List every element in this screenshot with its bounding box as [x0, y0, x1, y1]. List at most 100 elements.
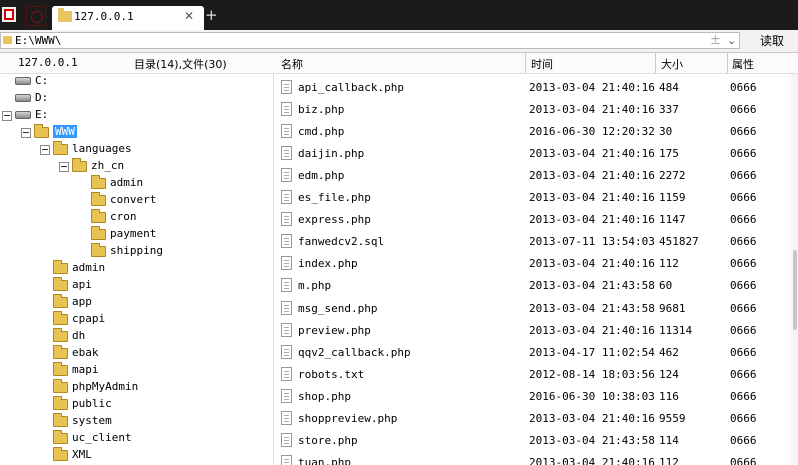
- file-attr: 0666: [730, 81, 757, 94]
- file-row[interactable]: es_file.php 2013-03-04 21:40:16 1159 0666: [274, 187, 798, 209]
- plus-minus-icon[interactable]: ±: [710, 33, 721, 48]
- file-row[interactable]: daijin.php 2013-03-04 21:40:16 175 0666: [274, 143, 798, 165]
- file-size: 30: [659, 125, 673, 139]
- file-row[interactable]: tuan.php 2013-03-04 21:40:16 112 0666: [274, 452, 798, 465]
- tree-item-label: api: [72, 278, 92, 291]
- app-icon[interactable]: [2, 7, 16, 22]
- tree-item-label: cpapi: [72, 312, 106, 325]
- folder-icon: [53, 277, 68, 291]
- file-attr: 0666: [730, 345, 757, 359]
- file-name: shoppreview.php: [298, 411, 398, 425]
- folder-icon: [53, 362, 68, 376]
- tab-127-0-0-1[interactable]: 127.0.0.1 ✕: [52, 6, 204, 30]
- file-name: store.php: [298, 433, 358, 447]
- file-icon: [281, 322, 292, 337]
- file-attr: 0666: [730, 235, 757, 249]
- file-name: qqv2_callback.php: [298, 345, 411, 359]
- folder-icon: [58, 8, 72, 22]
- column-divider[interactable]: [727, 53, 728, 73]
- file-icon: [281, 388, 292, 403]
- file-time: 2016-06-30 12:20:32: [529, 125, 655, 139]
- column-divider[interactable]: [525, 53, 526, 73]
- chevron-down-icon[interactable]: ⌄: [727, 34, 736, 47]
- file-size: 112: [659, 257, 679, 271]
- summary-label: 目录(14),文件(30): [134, 58, 227, 71]
- file-size: 2272: [659, 169, 686, 183]
- path-input[interactable]: E:\WWW\ ± ⌄: [0, 32, 740, 49]
- file-icon: [281, 102, 292, 117]
- file-attr: 0666: [730, 213, 757, 227]
- folder-icon: [91, 226, 106, 240]
- drive-icon: [15, 94, 31, 102]
- tree-item-label: system: [72, 414, 112, 427]
- file-attr: 0666: [730, 301, 757, 315]
- file-row[interactable]: api_callback.php 2013-03-04 21:40:16 484 06…: [274, 77, 798, 99]
- file-time: 2013-03-04 21:43:58: [529, 279, 655, 293]
- drive-icon: [15, 111, 31, 119]
- file-attr: 0666: [730, 433, 757, 447]
- file-time: 2013-03-04 21:40:16: [529, 191, 655, 205]
- file-icon: [281, 366, 292, 381]
- file-size: 462: [659, 345, 679, 359]
- file-icon: [281, 256, 292, 271]
- file-row[interactable]: m.php 2013-03-04 21:43:58 60 0666: [274, 275, 798, 297]
- file-attr: 0666: [730, 455, 757, 465]
- new-tab-button[interactable]: +: [205, 6, 218, 24]
- folder-icon: [53, 311, 68, 325]
- file-list: api_callback.php 2013-03-04 21:40:16 484 06…: [274, 74, 798, 465]
- column-divider[interactable]: [655, 53, 656, 73]
- file-size: 175: [659, 147, 679, 161]
- file-name: preview.php: [298, 323, 371, 337]
- file-row[interactable]: edm.php 2013-03-04 21:40:16 2272 0666: [274, 165, 798, 187]
- file-row[interactable]: shoppreview.php 2013-03-04 21:40:16 9559 06…: [274, 408, 798, 430]
- tree-item-label: admin: [110, 176, 144, 189]
- file-row[interactable]: shop.php 2016-06-30 10:38:03 116 0666: [274, 386, 798, 408]
- collapse-icon[interactable]: [2, 111, 12, 121]
- folder-icon: [53, 396, 68, 410]
- file-row[interactable]: cmd.php 2016-06-30 12:20:32 30 0666: [274, 121, 798, 143]
- close-icon[interactable]: ✕: [184, 9, 194, 23]
- file-row[interactable]: store.php 2013-03-04 21:43:58 114 0666: [274, 430, 798, 452]
- tab-bar: 127.0.0.1 ✕ +: [0, 0, 798, 30]
- column-name[interactable]: 名称: [281, 56, 303, 72]
- file-attr: 0666: [730, 389, 757, 403]
- file-name: express.php: [298, 213, 371, 227]
- file-attr: 0666: [730, 367, 757, 381]
- drive-icon: [15, 77, 31, 85]
- scrollbar-thumb[interactable]: [793, 250, 797, 330]
- file-size: 337: [659, 103, 679, 117]
- folder-icon: [34, 124, 49, 138]
- file-icon: [281, 344, 292, 359]
- file-row[interactable]: msg_send.php 2013-03-04 21:43:58 9681 0666: [274, 298, 798, 320]
- read-button[interactable]: 读取: [748, 32, 796, 50]
- file-size: 9559: [659, 411, 686, 425]
- folder-icon: [72, 158, 87, 172]
- file-row[interactable]: robots.txt 2012-08-14 18:03:56 124 0666: [274, 364, 798, 386]
- address-bar: E:\WWW\ ± ⌄ 读取: [0, 30, 798, 53]
- column-attr[interactable]: 属性: [732, 56, 754, 72]
- file-row[interactable]: express.php 2013-03-04 21:40:16 1147 0666: [274, 209, 798, 231]
- file-row[interactable]: biz.php 2013-03-04 21:40:16 337 0666: [274, 99, 798, 121]
- file-row[interactable]: fanwedcv2.sql 2013-07-11 13:54:03 451827 06…: [274, 231, 798, 253]
- column-size[interactable]: 大小: [661, 56, 683, 72]
- collapse-icon[interactable]: [40, 145, 50, 155]
- folder-icon: [53, 413, 68, 427]
- file-size: 11314: [659, 323, 693, 337]
- host-label: 127.0.0.1: [18, 56, 78, 69]
- tree-item-label: phpMyAdmin: [72, 380, 139, 393]
- directory-tree: C: D: E: WWW languages zh_cn admin convert cron p…: [0, 74, 273, 465]
- tree-item-label: uc_client: [72, 431, 132, 444]
- file-icon: [281, 234, 292, 249]
- file-size: 114: [659, 433, 679, 447]
- column-time[interactable]: 时间: [531, 56, 553, 72]
- tree-item-label: payment: [110, 227, 157, 240]
- file-row[interactable]: qqv2_callback.php 2013-04-17 11:02:54 462 0…: [274, 342, 798, 364]
- file-size: 116: [659, 389, 679, 403]
- file-time: 2016-06-30 10:38:03: [529, 389, 655, 403]
- collapse-icon[interactable]: [59, 162, 69, 172]
- folder-icon: [53, 260, 68, 274]
- file-row[interactable]: index.php 2013-03-04 21:40:16 112 0666: [274, 253, 798, 275]
- collapse-icon[interactable]: [21, 128, 31, 138]
- tree-item-label: cron: [110, 210, 137, 223]
- file-row[interactable]: preview.php 2013-03-04 21:40:16 11314 0666: [274, 320, 798, 342]
